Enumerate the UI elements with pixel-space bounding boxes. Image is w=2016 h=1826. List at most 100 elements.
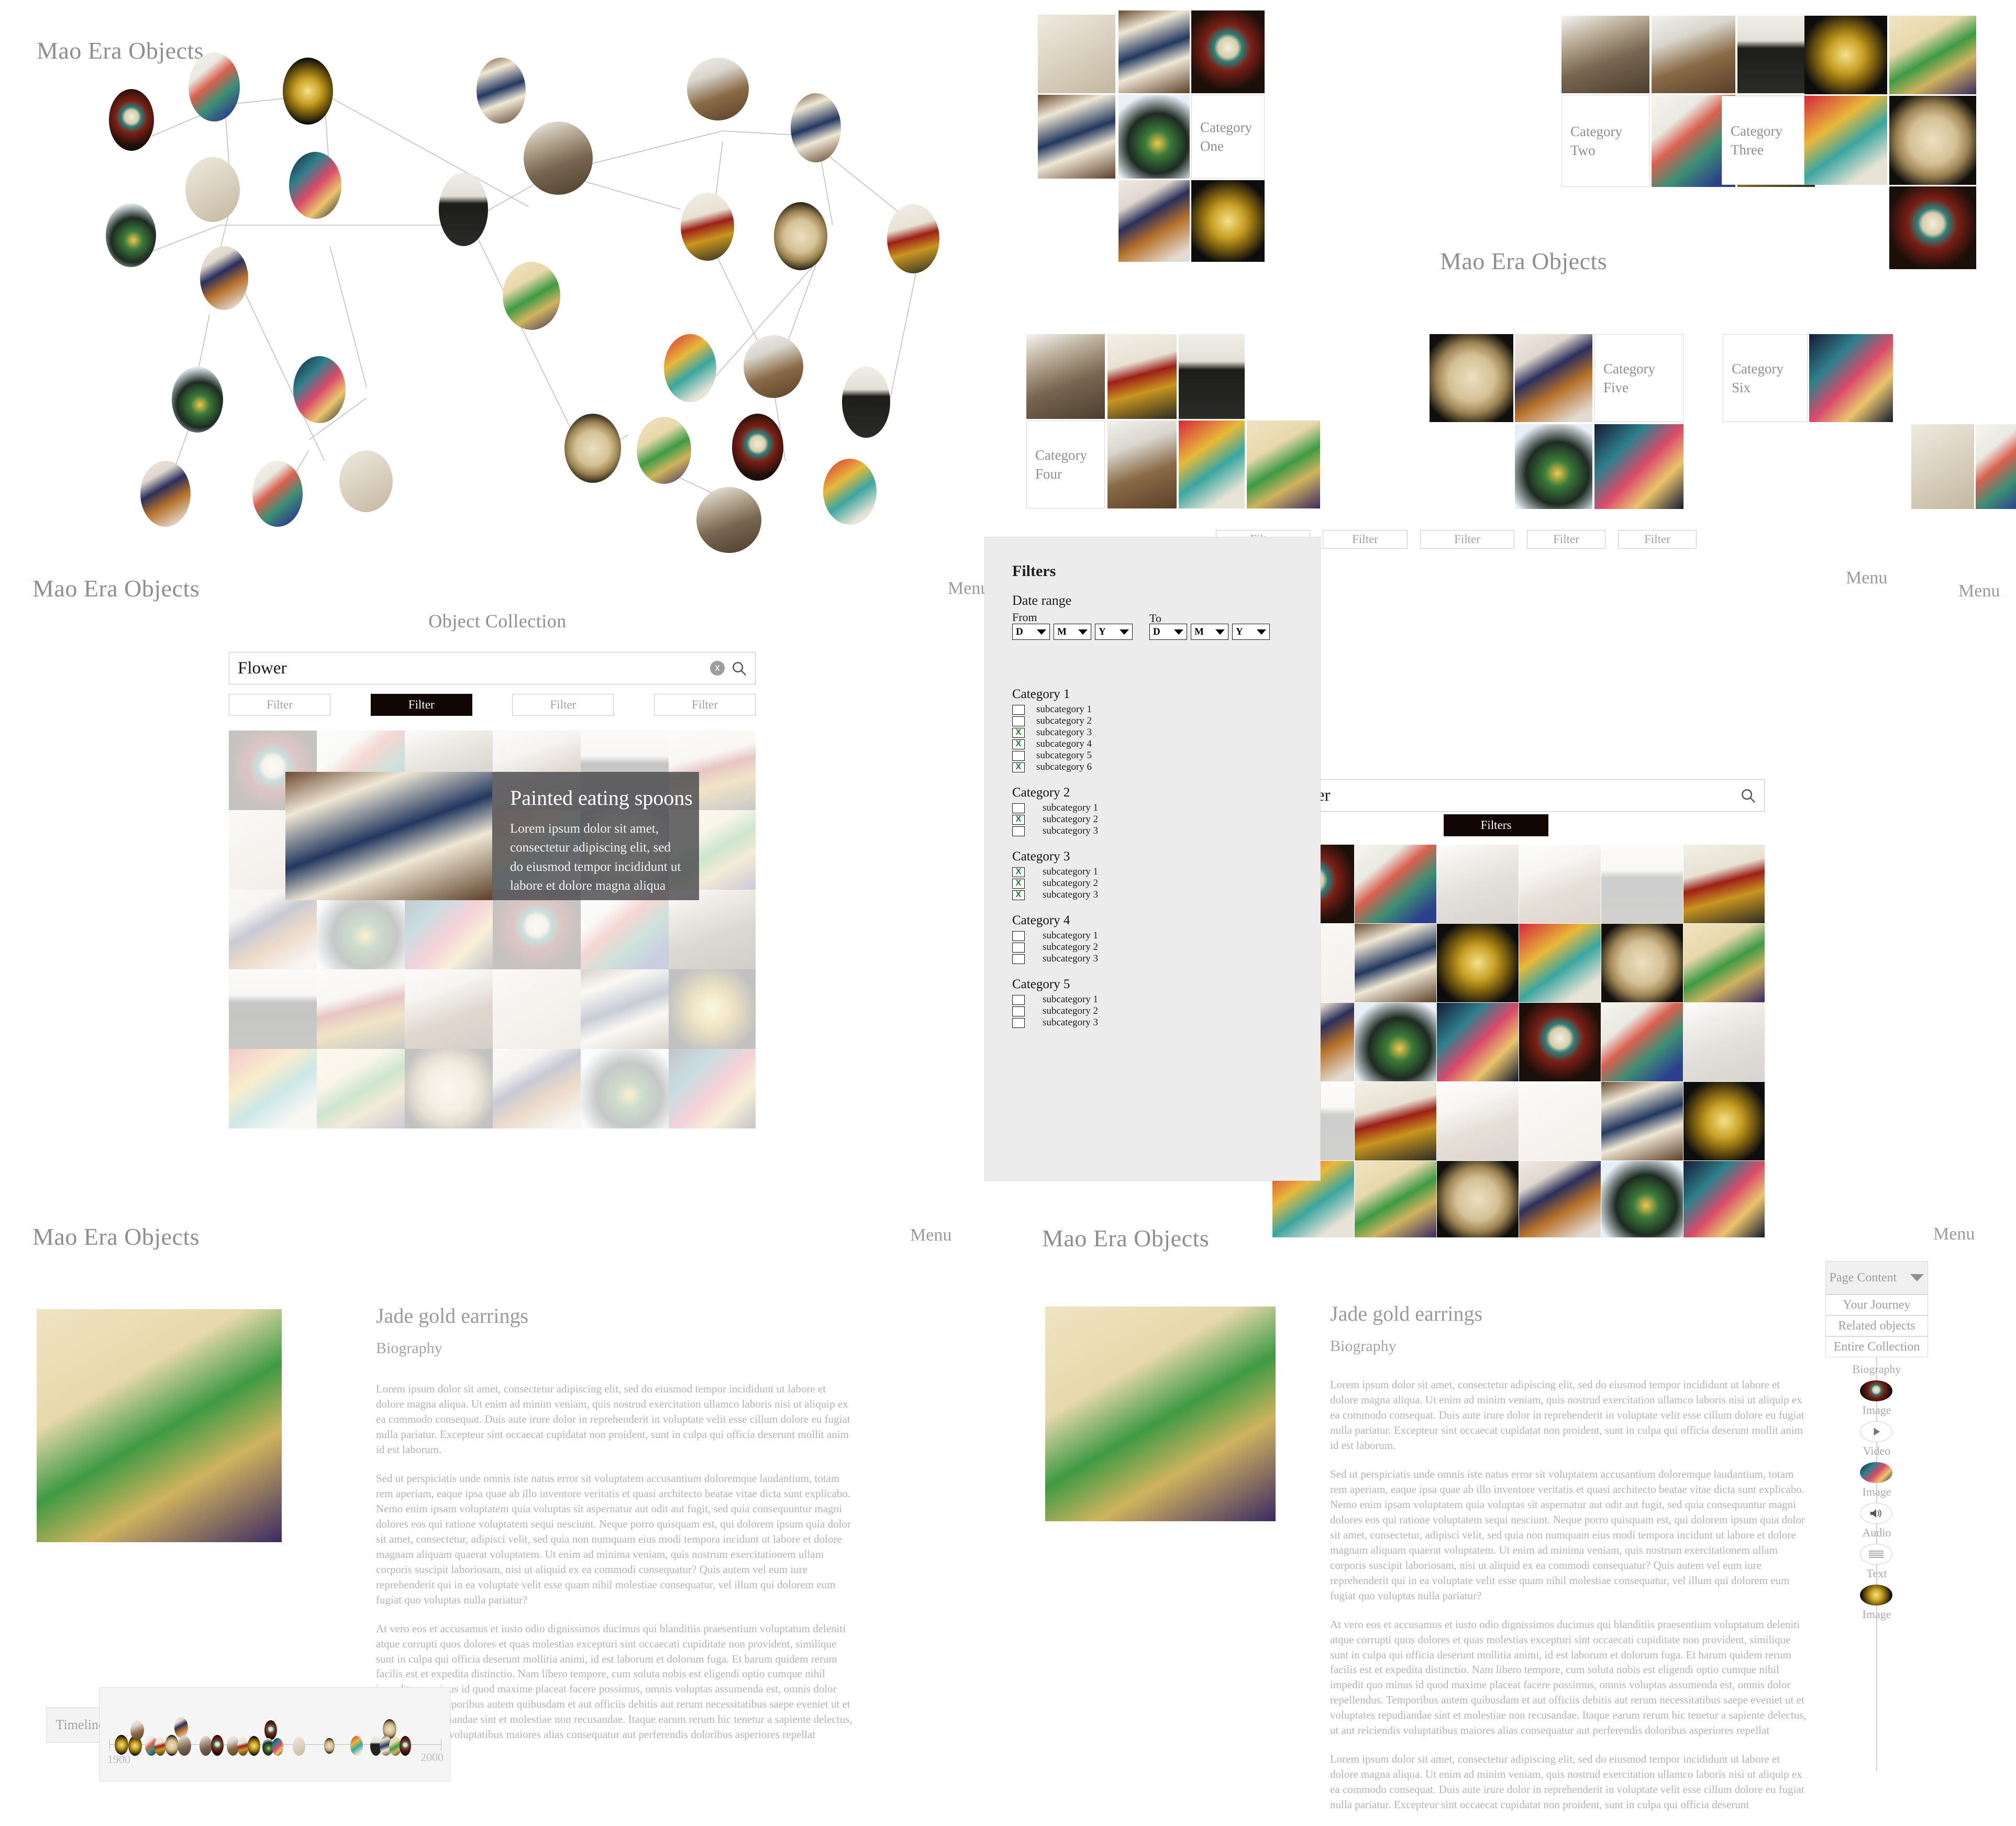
- category-thumb[interactable]: [1118, 180, 1190, 262]
- graph-node[interactable]: [524, 121, 593, 195]
- category-group[interactable]: Category One: [1038, 10, 1265, 262]
- sidebar-item-entire-collection[interactable]: Entire Collection: [1825, 1336, 1928, 1357]
- grid-item[interactable]: [1519, 1082, 1601, 1160]
- filter-checkbox-row[interactable]: Xsubcategory 2: [1012, 878, 1284, 889]
- filter-button-2[interactable]: Filter: [1323, 530, 1408, 549]
- grid-item[interactable]: [229, 1049, 317, 1128]
- grid-item[interactable]: [1683, 1003, 1765, 1081]
- category-thumb[interactable]: [1515, 334, 1592, 422]
- grid-item[interactable]: [1601, 845, 1683, 923]
- timeline-node[interactable]: [211, 1735, 224, 1756]
- category-group[interactable]: Category Two: [1225, 10, 1815, 187]
- grid-item[interactable]: [229, 969, 317, 1049]
- grid-item[interactable]: [1437, 924, 1519, 1002]
- filter-checkbox-row[interactable]: subcategory 3: [1012, 953, 1284, 965]
- graph-node[interactable]: [185, 157, 240, 222]
- filter-checkbox-row[interactable]: subcategory 2: [1012, 715, 1284, 727]
- category-thumb[interactable]: [1107, 334, 1177, 419]
- category-label[interactable]: Category Three: [1722, 96, 1804, 185]
- graph-node[interactable]: [637, 417, 691, 484]
- feature-card[interactable]: Painted eating spoons Lorem ipsum dolor …: [285, 772, 699, 900]
- filter-checkbox-row[interactable]: Xsubcategory 4: [1012, 738, 1284, 750]
- from-month-select[interactable]: M: [1054, 624, 1091, 640]
- timeline-node[interactable]: [130, 1720, 144, 1740]
- category-thumb[interactable]: [1561, 16, 1649, 93]
- grid-item[interactable]: [1355, 1082, 1436, 1160]
- grid-item[interactable]: [669, 890, 756, 969]
- grid-item[interactable]: [1683, 845, 1765, 923]
- checkbox-icon[interactable]: [1012, 994, 1025, 1005]
- category-thumb[interactable]: [1889, 186, 1976, 269]
- grid-item[interactable]: [1437, 845, 1519, 923]
- menu-link[interactable]: Menu: [1933, 1224, 1975, 1244]
- checkbox-icon[interactable]: [1012, 826, 1025, 836]
- graph-node[interactable]: [744, 335, 803, 398]
- graph-node[interactable]: [887, 204, 939, 273]
- category-thumb[interactable]: [1911, 424, 1974, 509]
- grid-item[interactable]: [1601, 1082, 1683, 1160]
- graph-node[interactable]: [564, 414, 621, 483]
- category-thumb[interactable]: [1976, 424, 2016, 509]
- grid-item[interactable]: [669, 969, 756, 1049]
- results-grid[interactable]: [1272, 845, 1765, 1237]
- grid-item[interactable]: [1683, 1082, 1765, 1160]
- filter-checkbox-row[interactable]: subcategory 1: [1012, 994, 1284, 1005]
- page-content-header[interactable]: Page Content: [1825, 1261, 1928, 1294]
- filter-checkbox-row[interactable]: Xsubcategory 1: [1012, 866, 1284, 878]
- filter-checkbox-row[interactable]: subcategory 2: [1012, 1005, 1284, 1017]
- from-year-select[interactable]: Y: [1095, 624, 1133, 640]
- grid-item[interactable]: [1355, 924, 1436, 1002]
- checkbox-icon[interactable]: [1012, 1017, 1025, 1028]
- checkbox-icon[interactable]: [1012, 954, 1025, 964]
- filter-checkbox-row[interactable]: subcategory 5: [1012, 750, 1284, 761]
- category-thumb[interactable]: [1179, 334, 1245, 419]
- menu-link[interactable]: Menu: [1958, 581, 2000, 601]
- checkbox-checked-icon[interactable]: X: [1012, 727, 1025, 738]
- grid-item[interactable]: [1601, 924, 1683, 1002]
- category-group[interactable]: Category Three: [1722, 10, 1995, 269]
- filter-checkbox-row[interactable]: Xsubcategory 3: [1012, 727, 1284, 738]
- category-thumb[interactable]: [1430, 334, 1513, 422]
- text-lines-icon[interactable]: [1860, 1544, 1892, 1565]
- timeline-node[interactable]: [165, 1735, 179, 1756]
- grid-item[interactable]: [405, 969, 493, 1049]
- category-thumb[interactable]: [1247, 420, 1320, 508]
- grid-item[interactable]: [229, 890, 317, 969]
- timeline-node[interactable]: [264, 1720, 277, 1740]
- category-thumb[interactable]: [1026, 334, 1105, 419]
- filter-checkbox-row[interactable]: subcategory 3: [1012, 825, 1284, 837]
- checkbox-icon[interactable]: [1012, 750, 1025, 761]
- filter-checkbox-row[interactable]: subcategory 1: [1012, 704, 1284, 715]
- graph-node[interactable]: [293, 356, 346, 423]
- checkbox-checked-icon[interactable]: X: [1012, 890, 1025, 900]
- graph-node[interactable]: [503, 262, 560, 330]
- timeline-node[interactable]: [324, 1738, 335, 1754]
- checkbox-checked-icon[interactable]: X: [1012, 867, 1025, 877]
- clear-icon[interactable]: x: [710, 661, 725, 676]
- graph-node[interactable]: [664, 334, 716, 402]
- filter-checkbox-row[interactable]: subcategory 2: [1012, 942, 1284, 953]
- grid-item[interactable]: [1519, 924, 1601, 1002]
- grid-item[interactable]: [581, 890, 669, 969]
- category-thumb[interactable]: [1118, 10, 1190, 93]
- graph-node[interactable]: [696, 487, 761, 553]
- search-icon[interactable]: [731, 660, 747, 676]
- category-label[interactable]: Category Four: [1026, 420, 1105, 508]
- filter-button-5[interactable]: Filter: [1618, 530, 1697, 549]
- grid-item[interactable]: [493, 890, 581, 969]
- checkbox-icon[interactable]: [1012, 704, 1025, 715]
- timeline-node[interactable]: [248, 1736, 260, 1756]
- timeline-node[interactable]: [400, 1736, 411, 1756]
- filter-checkbox-row[interactable]: Xsubcategory 6: [1012, 761, 1284, 773]
- search-input[interactable]: Flower x: [229, 652, 756, 684]
- graph-node[interactable]: [189, 52, 240, 121]
- timeline-node[interactable]: [178, 1736, 191, 1756]
- graph-node[interactable]: [106, 203, 156, 267]
- category-thumb[interactable]: [1804, 96, 1887, 185]
- grid-item[interactable]: [1355, 845, 1436, 923]
- category-thumb[interactable]: [1889, 16, 1976, 94]
- speaker-icon[interactable]: [1860, 1503, 1892, 1524]
- graph-node[interactable]: [200, 246, 248, 310]
- graph-node[interactable]: [842, 367, 890, 438]
- checkbox-icon[interactable]: [1012, 716, 1025, 726]
